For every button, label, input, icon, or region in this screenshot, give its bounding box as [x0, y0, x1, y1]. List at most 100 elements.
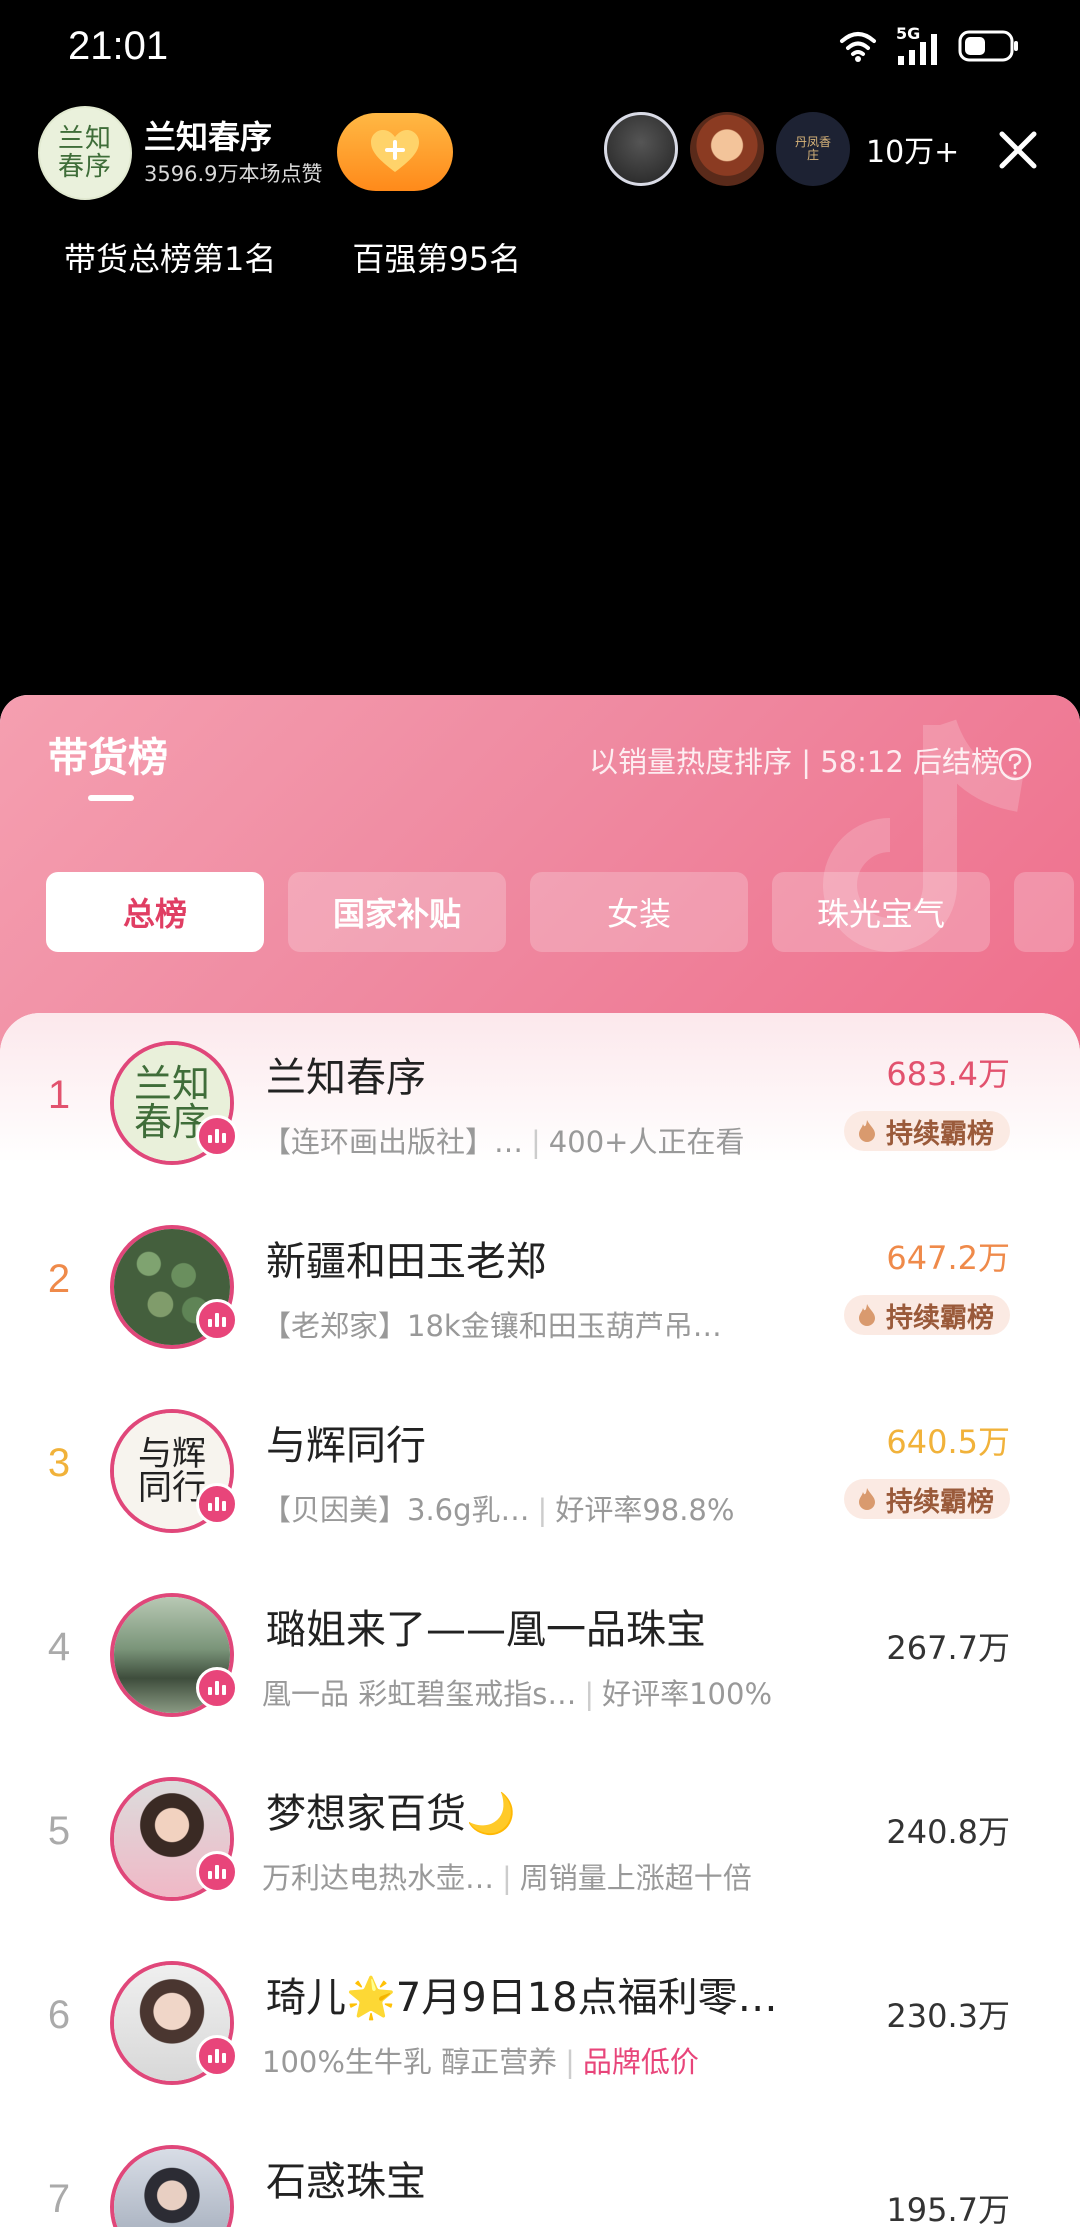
sort-info: 以销量热度排序 | 58:12 后结榜 [589, 745, 1000, 779]
product-extra: 400+人正在看 [548, 1125, 745, 1159]
rank-tags: 带货总榜第1名 百强第95名 [64, 234, 521, 280]
host-logo-line2: 春序 [57, 152, 112, 182]
streamer-name: 与辉同行 [266, 1423, 426, 1469]
rank-number: 2 [47, 1257, 71, 1301]
product-info: 100%生牛乳 醇正营养 | 品牌低价 [262, 2039, 699, 2081]
product-info: 【贝因美】3.6g乳… | 好评率98.8% [262, 1487, 734, 1529]
streamer-name: 新疆和田玉老郑 [266, 1239, 546, 1285]
product-name: 万利达电热水壶… [262, 1861, 495, 1895]
tab-national-subsidy[interactable]: 国家补贴 [288, 872, 506, 952]
product-extra: 好评率100% [602, 1677, 773, 1711]
rank-number: 5 [47, 1809, 71, 1853]
rank-number: 6 [47, 1993, 71, 2037]
badge-label: 持续霸榜 [886, 1118, 994, 1150]
tab-more[interactable] [1014, 872, 1074, 952]
list-item[interactable]: 4 璐姐来了——凰一品珠宝 凰一品 彩虹碧玺戒指s… | 好评率100% 267.7… [0, 1563, 1080, 1747]
streamer-name: 琦儿🌟7月9日18点福利零… [266, 1975, 778, 2021]
panel-header-bg: 带货榜 以销量热度排序 | 58:12 后结榜 总榜 国家补贴 女装 珠光宝气 [0, 695, 1080, 1055]
tab-total[interactable]: 总榜 [46, 872, 264, 952]
product-info: 凰一品 彩虹碧玺戒指s… | 好评率100% [262, 1671, 772, 1713]
streamer-name: 璐姐来了——凰一品珠宝 [266, 1607, 706, 1653]
wifi-icon [840, 32, 876, 62]
cellular-signal-icon: 5G [896, 24, 940, 66]
help-icon[interactable] [998, 747, 1032, 781]
viewer-avatar-1[interactable] [604, 112, 678, 186]
separator: | [565, 2045, 575, 2079]
avatar-image [114, 2149, 230, 2227]
tab-womens-wear[interactable]: 女装 [530, 872, 748, 952]
live-indicator-icon [196, 1115, 238, 1157]
panel-title: 带货榜 [48, 735, 168, 781]
status-time: 21:01 [68, 24, 169, 68]
status-bar: 21:01 5G [0, 0, 1080, 100]
list-item[interactable]: 1 兰知 春序 兰知春序 【连环画出版社】… | 400+人正在看 683.4万 持… [0, 1011, 1080, 1195]
separator: | [531, 1125, 541, 1159]
rank-tag-total[interactable]: 带货总榜第1名 [64, 234, 276, 280]
product-name: 【连环画出版社】… [262, 1125, 524, 1159]
sales-rank-panel: 带货榜 以销量热度排序 | 58:12 后结榜 总榜 国家补贴 女装 珠光宝气 … [0, 695, 1080, 2227]
rank-number: 4 [47, 1625, 71, 1669]
status-icons: 5G [838, 24, 1020, 66]
product-extra: 品牌低价 [582, 2045, 699, 2079]
live-indicator-icon [196, 2035, 238, 2077]
product-name: 【老郑家】18k金镶和田玉葫芦吊… [262, 1309, 722, 1343]
sales-value: 195.7万 [886, 2191, 1010, 2227]
host-avatar[interactable]: 兰知 春序 [38, 106, 132, 200]
rank-number: 3 [47, 1441, 71, 1485]
sales-value: 683.4万 [886, 1055, 1010, 1093]
host-info[interactable]: 兰知 春序 兰知春序 3596.9万本场点赞 [38, 106, 322, 200]
live-indicator-icon [196, 1483, 238, 1525]
rank-tag-top100[interactable]: 百强第95名 [352, 234, 521, 280]
tab-jewelry[interactable]: 珠光宝气 [772, 872, 990, 952]
flame-icon [859, 1488, 875, 1510]
battery-icon [958, 30, 1018, 62]
list-item[interactable]: 2 新疆和田玉老郑 【老郑家】18k金镶和田玉葫芦吊… 647.2万 持续霸榜 [0, 1195, 1080, 1379]
flame-icon [859, 1120, 875, 1142]
title-underline [88, 795, 134, 801]
avatar-logo-line1: 兰知 [133, 1062, 210, 1106]
flame-icon [859, 1304, 875, 1326]
product-info: 万利达电热水壶… | 周销量上涨超十倍 [262, 1855, 752, 1897]
product-extra: 周销量上涨超十倍 [519, 1861, 752, 1895]
separator: | [584, 1677, 595, 1711]
viewer-count[interactable]: 10万+ [866, 127, 959, 171]
category-tabs: 总榜 国家补贴 女装 珠光宝气 [46, 872, 1074, 952]
separator: | [537, 1493, 548, 1527]
viewer-avatar-2[interactable] [690, 112, 764, 186]
streamer-name: 梦想家百货🌙 [266, 1791, 516, 1837]
streamer-name: 石惑珠宝 [266, 2159, 426, 2205]
badge-label: 持续霸榜 [886, 1486, 994, 1518]
product-name: 【贝因美】3.6g乳… [262, 1493, 530, 1527]
sales-value: 267.7万 [886, 1629, 1010, 1667]
viewer-avatar-3[interactable]: 丹凤香庄 [776, 112, 850, 186]
list-item[interactable]: 5 梦想家百货🌙 万利达电热水壶… | 周销量上涨超十倍 240.8万 [0, 1747, 1080, 1931]
host-likes: 3596.9万本场点赞 [144, 162, 323, 186]
heart-plus-icon [371, 130, 419, 172]
list-item[interactable]: 6 琦儿🌟7月9日18点福利零… 100%生牛乳 醇正营养 | 品牌低价 230.3… [0, 1931, 1080, 2115]
host-logo-line1: 兰知 [57, 124, 112, 154]
host-name: 兰知春序 [144, 118, 273, 156]
separator: | [502, 1861, 512, 1895]
close-icon[interactable] [996, 128, 1040, 172]
badge-label: 持续霸榜 [886, 1302, 994, 1334]
sales-value: 647.2万 [886, 1239, 1010, 1277]
status-badge: 持续霸榜 [844, 1295, 1010, 1335]
sales-value: 640.5万 [886, 1423, 1010, 1461]
sales-value: 240.8万 [886, 1813, 1010, 1851]
live-indicator-icon [196, 1299, 238, 1341]
host-text: 兰知春序 3596.9万本场点赞 [144, 118, 322, 188]
streamer-name: 兰知春序 [266, 1055, 426, 1101]
list-item[interactable]: 7 石惑珠宝 195.7万 [0, 2115, 1080, 2227]
list-item[interactable]: 3 与辉 同行 与辉同行 【贝因美】3.6g乳… | 好评率98.8% 640.5万 … [0, 1379, 1080, 1563]
follow-button[interactable] [337, 113, 453, 191]
rank-number: 1 [47, 1073, 71, 1117]
viewer-avatar-3-text: 丹凤香庄 [794, 135, 831, 162]
status-badge: 持续霸榜 [844, 1479, 1010, 1519]
rank-number: 7 [47, 2177, 71, 2221]
product-name: 100%生牛乳 醇正营养 [262, 2045, 558, 2079]
status-badge: 持续霸榜 [844, 1111, 1010, 1151]
viewer-list[interactable]: 丹凤香庄 10万+ [604, 112, 959, 186]
sales-value: 230.3万 [886, 1997, 1010, 2035]
avatar[interactable] [110, 2145, 234, 2227]
product-extra: 好评率98.8% [555, 1493, 735, 1527]
